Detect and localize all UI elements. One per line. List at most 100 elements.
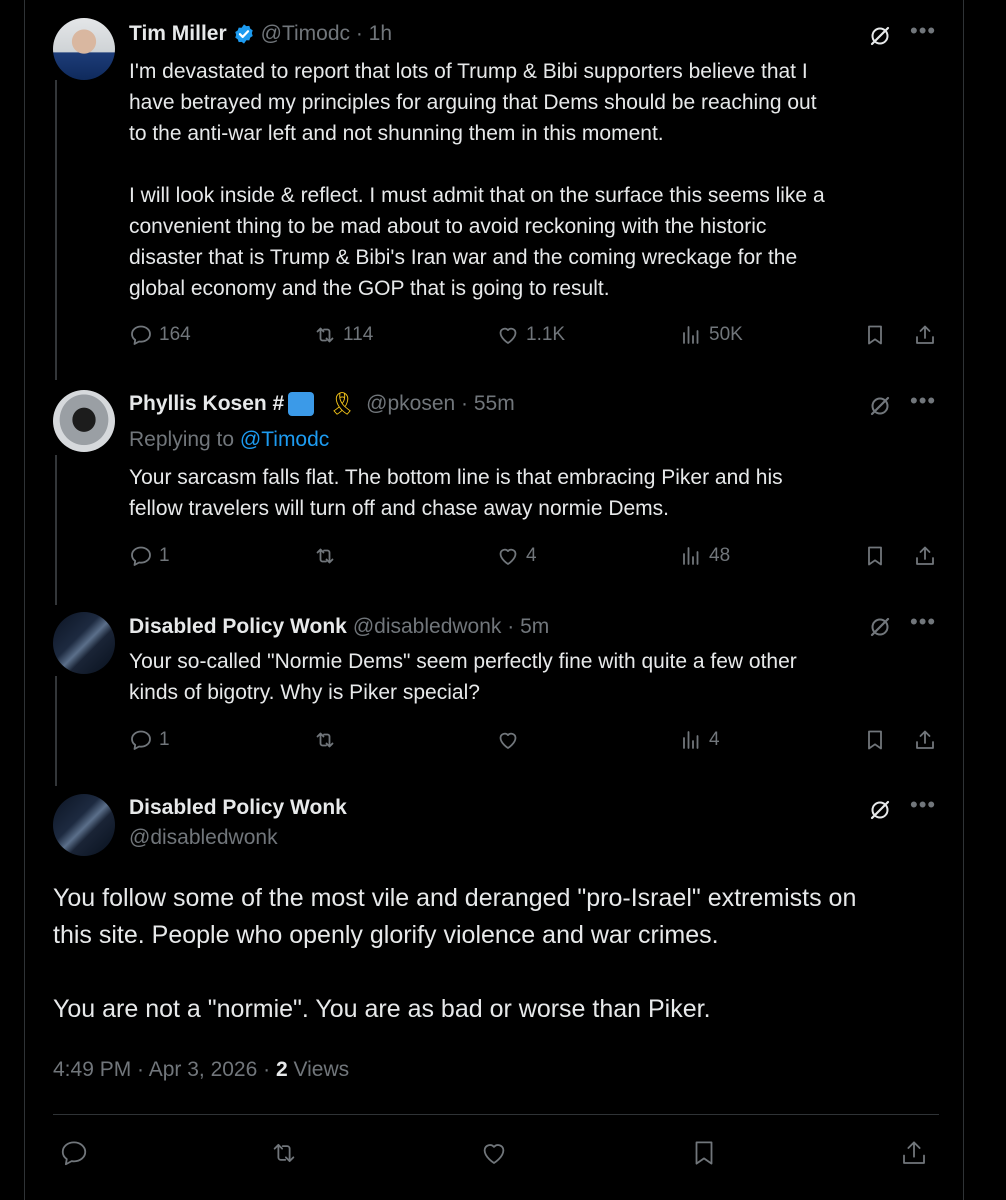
tweet-header: Tim Miller @Timodc · 1h: [129, 20, 963, 48]
share-icon: [913, 323, 937, 347]
reply-icon: [129, 544, 153, 568]
bookmark-button[interactable]: [689, 1138, 725, 1168]
repost-count: 114: [343, 324, 374, 345]
timeline-column: Tim Miller @Timodc · 1h ••• I'm devastat…: [24, 0, 964, 1200]
reply-button[interactable]: 1: [129, 544, 170, 568]
share-icon: [913, 728, 937, 752]
replying-handle-link[interactable]: @Timodc: [240, 428, 329, 451]
reply-button[interactable]: 164: [129, 323, 191, 347]
reply-count: 164: [159, 324, 191, 345]
views-icon: [679, 323, 703, 347]
author-name[interactable]: Phyllis Kosen #: [129, 392, 284, 416]
views-button[interactable]: 48: [679, 544, 730, 568]
views-icon: [679, 728, 703, 752]
author-handle[interactable]: @disabledwonk: [129, 826, 278, 850]
author-name[interactable]: Tim Miller: [129, 22, 227, 46]
tweet-text: I'm devastated to report that lots of Tr…: [129, 60, 825, 300]
repost-icon: [313, 544, 337, 568]
tweet-tim-miller[interactable]: Tim Miller @Timodc · 1h ••• I'm devastat…: [53, 0, 963, 380]
tweet-header: Disabled Policy Wonk @disabledwonk · 5m: [129, 613, 963, 641]
timestamp[interactable]: 4:49 PM · Apr 3, 2026 ·: [53, 1058, 276, 1081]
share-button[interactable]: [913, 728, 943, 752]
view-count: 4: [709, 729, 720, 750]
focused-tweet: Disabled Policy Wonk @disabledwonk ••• Y…: [53, 790, 963, 1200]
share-icon: [913, 544, 937, 568]
replying-to: Replying to @Timodc: [129, 428, 329, 452]
bookmark-button[interactable]: [863, 728, 893, 752]
like-icon: [496, 728, 520, 752]
bookmark-icon: [863, 323, 887, 347]
more-icon[interactable]: •••: [910, 609, 936, 635]
repost-icon: [269, 1138, 299, 1168]
repost-icon: [313, 728, 337, 752]
like-count: 4: [526, 545, 537, 566]
like-button[interactable]: [479, 1138, 515, 1168]
bookmark-icon: [863, 728, 887, 752]
views-icon: [679, 544, 703, 568]
share-button[interactable]: [913, 323, 943, 347]
share-button[interactable]: [913, 544, 943, 568]
avatar[interactable]: [53, 18, 115, 80]
tweet-header: Phyllis Kosen # 🎗 @pkosen · 55m: [129, 390, 963, 418]
reply-count: 1: [159, 729, 170, 750]
bookmark-icon: [689, 1138, 719, 1168]
views-count: 2: [275, 1058, 288, 1081]
repost-button[interactable]: [313, 544, 343, 568]
author-name[interactable]: Disabled Policy Wonk: [129, 615, 347, 639]
tweet-disabled-policy-wonk[interactable]: Disabled Policy Wonk @disabledwonk · 5m …: [53, 600, 963, 780]
more-icon[interactable]: •••: [910, 792, 936, 818]
reply-count: 1: [159, 545, 170, 566]
like-button[interactable]: 1.1K: [496, 323, 565, 347]
repost-button[interactable]: 114: [313, 323, 373, 347]
share-icon: [899, 1138, 929, 1168]
tweet-actions: 1 4: [129, 728, 963, 758]
tweet-actions: 1 4 48: [129, 544, 963, 574]
tweet-text: Your so-called "Normie Dems" seem perfec…: [129, 650, 797, 704]
like-button[interactable]: [496, 728, 526, 752]
verified-badge-icon: [233, 23, 255, 45]
tweet-phyllis-kosen[interactable]: Phyllis Kosen # 🎗 @pkosen · 55m ••• Repl…: [53, 380, 963, 600]
repost-icon: [313, 323, 337, 347]
tweet-text: Your sarcasm falls flat. The bottom line…: [129, 466, 783, 520]
grok-icon[interactable]: [868, 394, 892, 418]
tweet-text: You follow some of the most vile and der…: [53, 884, 857, 1023]
ribbon-emoji-icon: 🎗: [328, 391, 357, 416]
like-icon: [496, 544, 520, 568]
view-count: 48: [709, 545, 731, 566]
reply-icon: [59, 1138, 89, 1168]
avatar[interactable]: [53, 794, 115, 856]
grok-icon[interactable]: [868, 615, 892, 639]
bookmark-button[interactable]: [863, 323, 893, 347]
like-button[interactable]: 4: [496, 544, 537, 568]
more-icon[interactable]: •••: [910, 388, 936, 414]
blue-square-emoji-icon: [288, 392, 315, 416]
repost-button[interactable]: [269, 1138, 305, 1168]
grok-icon[interactable]: [868, 798, 892, 822]
author-handle[interactable]: @pkosen · 55m: [366, 392, 515, 416]
reply-button[interactable]: 1: [129, 728, 170, 752]
grok-icon[interactable]: [868, 24, 892, 48]
bookmark-icon: [863, 544, 887, 568]
views-button[interactable]: 50K: [679, 323, 743, 347]
author-name[interactable]: Disabled Policy Wonk: [129, 796, 347, 820]
tweet-actions: 164 114 1.1K 50K: [129, 323, 963, 353]
share-button[interactable]: [899, 1138, 935, 1168]
divider: [53, 1114, 939, 1115]
tweet-meta: 4:49 PM · Apr 3, 2026 · 2 Views: [53, 1058, 349, 1082]
more-icon[interactable]: •••: [910, 18, 936, 44]
views-button[interactable]: 4: [679, 728, 720, 752]
reply-icon: [129, 728, 153, 752]
views-label: Views: [287, 1058, 350, 1081]
reply-button[interactable]: [59, 1138, 95, 1168]
avatar[interactable]: [53, 612, 115, 674]
repost-button[interactable]: [313, 728, 343, 752]
like-icon: [479, 1138, 509, 1168]
like-icon: [496, 323, 520, 347]
reply-icon: [129, 323, 153, 347]
author-handle[interactable]: @disabledwonk · 5m: [353, 615, 549, 639]
avatar[interactable]: [53, 390, 115, 452]
bookmark-button[interactable]: [863, 544, 893, 568]
like-count: 1.1K: [526, 324, 566, 345]
author-handle[interactable]: @Timodc · 1h: [261, 22, 392, 46]
replying-label: Replying to: [129, 428, 235, 451]
